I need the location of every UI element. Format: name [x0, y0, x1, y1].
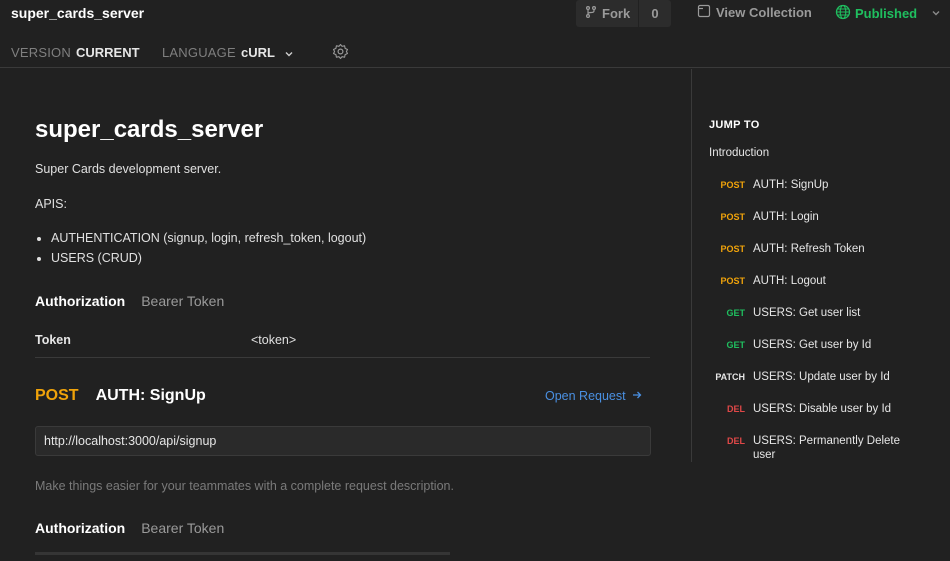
fork-button[interactable]: Fork: [576, 0, 638, 27]
gear-icon[interactable]: [332, 43, 349, 65]
globe-icon: [835, 4, 851, 23]
view-collection-label: View Collection: [716, 5, 812, 20]
language-select[interactable]: cURL: [241, 45, 275, 60]
method-badge: DEL: [727, 404, 745, 414]
token-value: <token>: [251, 333, 297, 347]
authorization-section: Authorization Bearer Token: [35, 293, 224, 309]
doc-toolbar: VERSION CURRENT LANGUAGE cURL: [0, 38, 950, 68]
page-title: super_cards_server: [35, 116, 264, 143]
language-label: LANGUAGE: [162, 45, 236, 60]
published-label: Published: [855, 6, 918, 21]
request-name: AUTH: SignUp: [95, 387, 206, 404]
published-dropdown[interactable]: Published: [835, 4, 941, 23]
apis-list: AUTHENTICATION (signup, login, refresh_t…: [51, 231, 366, 271]
authorization-type: Bearer Token: [141, 520, 225, 536]
token-key: Token: [35, 333, 71, 347]
documentation-main: super_cards_server Super Cards developme…: [0, 69, 692, 561]
doc-description: Super Cards development server.: [35, 162, 222, 176]
version-label: VERSION: [11, 45, 71, 60]
fork-group: Fork 0: [576, 0, 671, 27]
request-method: POST: [35, 387, 79, 404]
arrow-right-icon: [632, 389, 642, 404]
authorization-heading: Authorization: [35, 293, 126, 309]
fork-icon: [586, 6, 596, 21]
collection-title: super_cards_server: [11, 5, 145, 21]
chevron-down-icon[interactable]: [284, 46, 294, 64]
fork-label: Fork: [602, 6, 631, 21]
sidebar-item-label: USERS: Get user by Id: [753, 339, 872, 351]
method-badge: DEL: [727, 436, 745, 446]
jump-to-heading: JUMP TO: [709, 119, 760, 131]
apis-label: APIS:: [35, 197, 67, 211]
method-badge: POST: [720, 276, 745, 286]
sidebar-item-label: USERS: Update user by Id: [753, 371, 890, 383]
method-badge: PATCH: [715, 372, 745, 382]
method-badge: POST: [720, 244, 745, 254]
sidebar-item-label: USERS: Disable user by Id: [753, 403, 892, 415]
top-bar: super_cards_server Fork 0 View Collectio…: [0, 0, 950, 28]
fork-count[interactable]: 0: [639, 0, 671, 27]
chevron-down-icon: [931, 6, 941, 21]
request-authorization-section: Authorization Bearer Token: [35, 520, 224, 536]
sidebar-item-label: USERS: Get user list: [753, 307, 861, 319]
jump-to-sidebar: JUMP TO Introduction POST AUTH: SignUp P…: [691, 69, 950, 462]
version-select[interactable]: CURRENT: [76, 45, 140, 60]
authorization-heading: Authorization: [35, 520, 126, 536]
method-badge: GET: [726, 308, 745, 318]
token-row: Token <token>: [35, 331, 650, 358]
request-url-field[interactable]: http://localhost:3000/api/signup: [35, 426, 651, 456]
sidebar-item-label: USERS: Permanently Delete user: [753, 435, 901, 461]
method-badge: GET: [726, 340, 745, 350]
document-icon: [697, 4, 711, 21]
sidebar-item-introduction[interactable]: Introduction: [709, 147, 769, 159]
truncated-text: [35, 552, 450, 555]
open-request-link[interactable]: Open Request: [545, 389, 642, 404]
request-header: POST AUTH: SignUp: [35, 387, 206, 405]
open-request-label: Open Request: [545, 389, 626, 403]
view-collection-button[interactable]: View Collection: [697, 4, 812, 21]
authorization-type: Bearer Token: [141, 293, 225, 309]
sidebar-item-label: AUTH: Login: [753, 211, 819, 223]
sidebar-item-label: AUTH: Logout: [753, 275, 826, 287]
list-item: AUTHENTICATION (signup, login, refresh_t…: [51, 231, 366, 251]
sidebar-item-label: AUTH: SignUp: [753, 179, 829, 191]
list-item: USERS (CRUD): [51, 251, 366, 271]
sidebar-item-label: AUTH: Refresh Token: [753, 243, 865, 255]
method-badge: POST: [720, 180, 745, 190]
method-badge: POST: [720, 212, 745, 222]
request-description-hint[interactable]: Make things easier for your teammates wi…: [35, 479, 454, 493]
